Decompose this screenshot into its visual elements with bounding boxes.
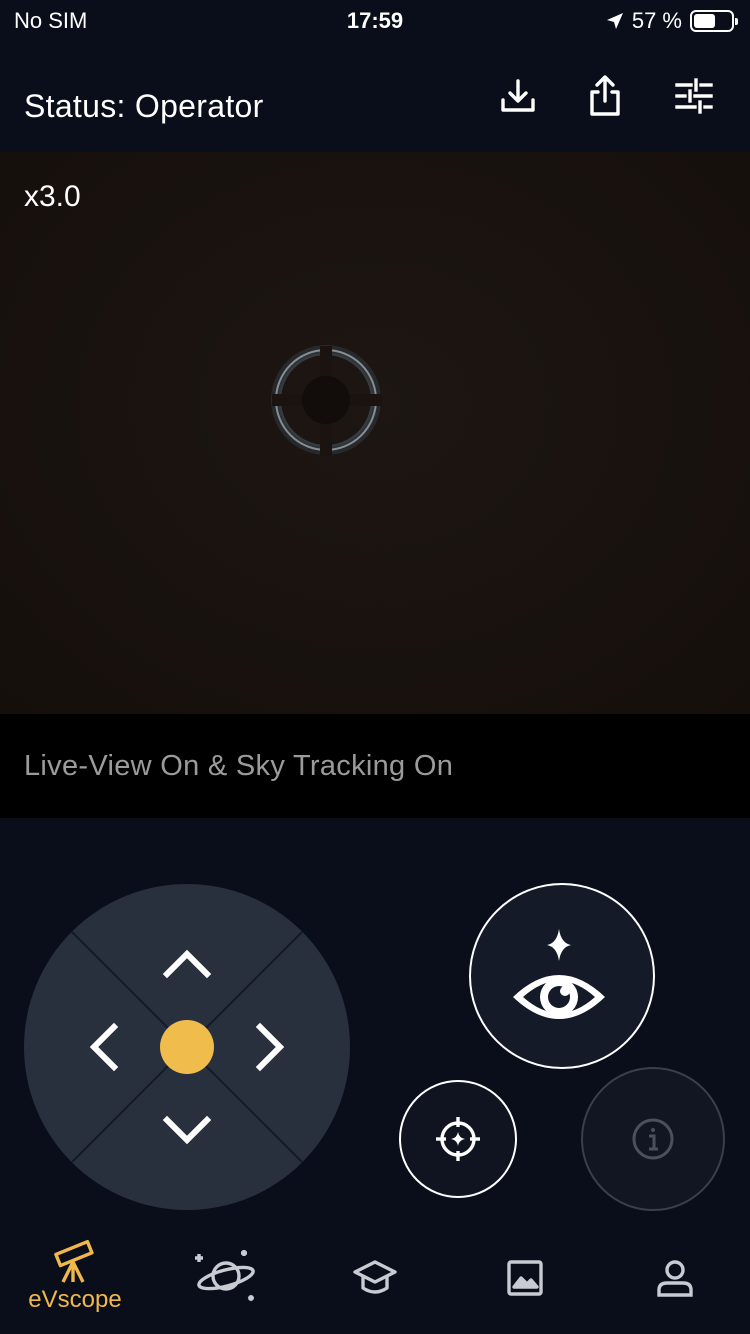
crosshair-icon <box>436 1117 480 1161</box>
bottom-tab-bar: eVscope <box>0 1218 750 1334</box>
tab-explore[interactable] <box>150 1218 300 1334</box>
user-icon <box>657 1260 693 1297</box>
live-view-image[interactable]: x3.0 <box>0 152 750 714</box>
info-button[interactable] <box>581 1067 725 1211</box>
planet-icon <box>195 1250 255 1302</box>
tab-learn[interactable] <box>300 1218 450 1334</box>
page-title: Status: Operator <box>24 88 264 124</box>
battery-percent: 57 % <box>631 8 682 33</box>
telescope-icon <box>54 1239 94 1283</box>
status-bar: No SIM 17:59 57 % <box>0 0 750 44</box>
tab-label: eVscope <box>28 1286 122 1313</box>
center-target-button[interactable] <box>399 1080 517 1198</box>
info-icon <box>632 1118 674 1160</box>
share-icon <box>590 75 620 116</box>
tracking-status-text: Live-View On & Sky Tracking On <box>24 750 454 782</box>
battery-icon <box>690 10 738 32</box>
battery-level-fill <box>694 14 715 28</box>
controls-panel <box>0 818 750 1218</box>
dpad-center-knob[interactable] <box>160 1020 214 1074</box>
graduation-cap-icon <box>353 1260 397 1294</box>
tab-profile[interactable] <box>600 1218 750 1334</box>
status-right: 57 % <box>606 8 738 34</box>
settings-sliders-button[interactable] <box>672 74 716 118</box>
sliders-icon <box>675 78 713 114</box>
tracking-status-strip: Live-View On & Sky Tracking On <box>0 714 750 818</box>
share-button[interactable] <box>583 74 627 118</box>
zoom-label: x3.0 <box>24 180 81 213</box>
observed-star <box>271 345 382 456</box>
download-button[interactable] <box>496 74 540 118</box>
direction-pad[interactable] <box>24 884 350 1210</box>
header: Status: Operator <box>0 44 750 152</box>
location-arrow-icon <box>606 13 623 29</box>
image-icon <box>507 1260 543 1296</box>
tab-gallery[interactable] <box>450 1218 600 1334</box>
tab-evscope[interactable]: eVscope <box>0 1218 150 1334</box>
eye-sparkle-icon <box>513 929 605 1019</box>
download-icon <box>501 79 535 112</box>
live-view-toggle-button[interactable] <box>469 883 655 1069</box>
